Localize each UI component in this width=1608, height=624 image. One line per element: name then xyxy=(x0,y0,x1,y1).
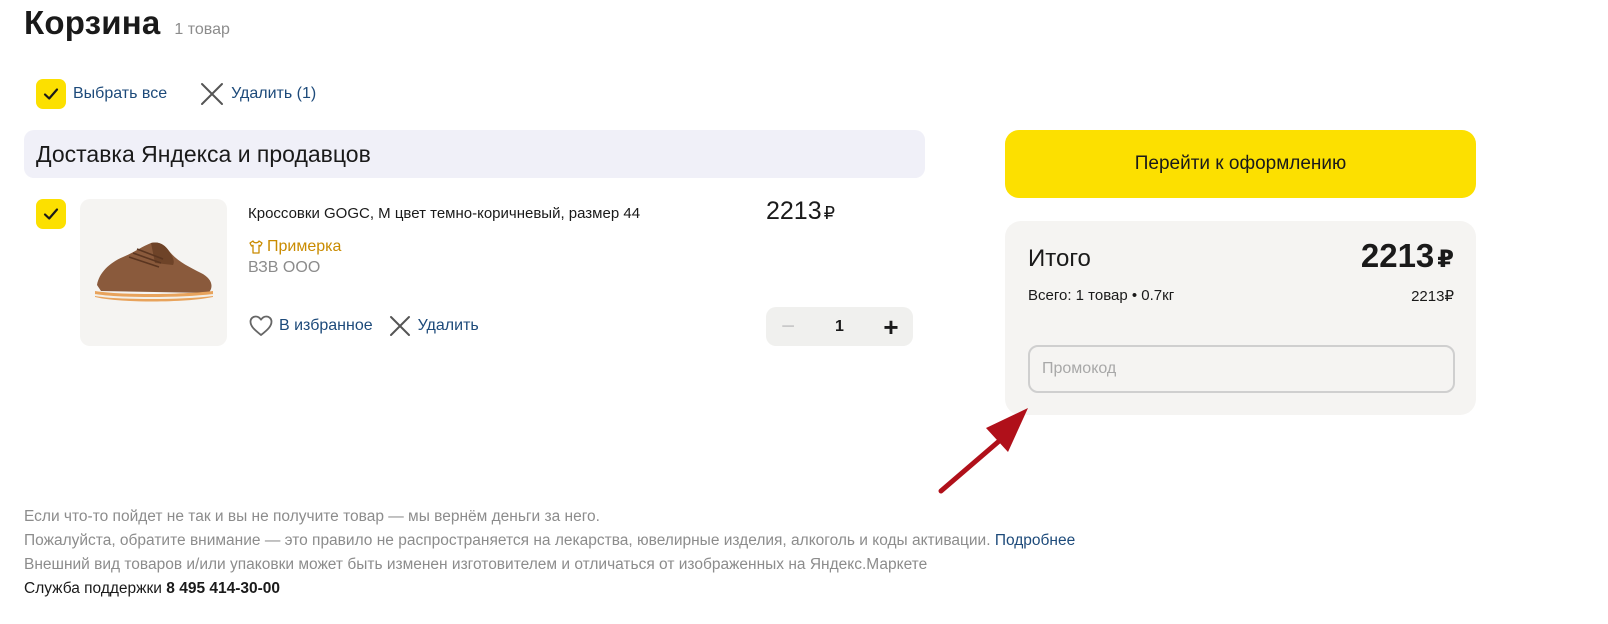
item-price-value: 2213 xyxy=(766,197,822,225)
item-price: 2213 ₽ xyxy=(766,197,835,226)
favorites-label[interactable]: В избранное xyxy=(279,317,373,335)
cart-item-count: 1 товар xyxy=(174,21,230,38)
delete-item-label[interactable]: Удалить xyxy=(418,317,479,335)
sneaker-icon xyxy=(94,241,213,301)
increase-quantity-button[interactable]: + xyxy=(879,314,903,340)
promo-code-input[interactable] xyxy=(1028,345,1455,393)
item-checkbox[interactable] xyxy=(36,199,66,229)
exclusions-note: Пожалуйста, обратите внимание — это прав… xyxy=(24,529,1075,553)
delete-selected-button[interactable]: Удалить (1) xyxy=(199,81,316,107)
order-summary: Итого 2213 ₽ Всего: 1 товар • 0.7кг 2213₽ xyxy=(1005,221,1476,415)
checkmark-icon xyxy=(43,88,59,100)
summary-total: 2213 ₽ xyxy=(1361,237,1454,275)
appearance-note: Внешний вид товаров и/или упаковки может… xyxy=(24,556,928,573)
support-line: Служба поддержки 8 495 414-30-00 xyxy=(24,577,1075,601)
close-icon xyxy=(201,83,224,105)
more-info-link[interactable]: Подробнее xyxy=(995,532,1075,549)
quantity-value: 1 xyxy=(835,317,844,335)
support-label: Служба поддержки xyxy=(24,580,162,597)
item-actions: В избранное Удалить xyxy=(248,313,479,339)
select-all-checkbox[interactable] xyxy=(36,79,66,109)
summary-total-currency: ₽ xyxy=(1437,246,1454,273)
close-icon xyxy=(389,316,410,336)
product-image[interactable] xyxy=(80,199,227,346)
tshirt-icon xyxy=(249,240,263,254)
exclusions-text: Пожалуйста, обратите внимание — это прав… xyxy=(24,532,991,549)
refund-note: Если что-то пойдет не так и вы не получи… xyxy=(24,508,600,525)
checkout-button[interactable]: Перейти к оформлению xyxy=(1005,130,1476,198)
annotation-arrow-icon xyxy=(938,408,1028,494)
seller-name: ВЗВ ООО xyxy=(248,259,321,276)
add-to-favorites-button[interactable]: В избранное xyxy=(248,313,373,339)
page-header: Корзина 1 товар xyxy=(24,4,230,42)
summary-subtotal-label: Всего: 1 товар • 0.7кг xyxy=(1028,287,1175,304)
summary-total-value: 2213 xyxy=(1360,237,1435,274)
delete-item-button[interactable]: Удалить xyxy=(387,313,479,339)
heart-icon xyxy=(249,315,273,336)
summary-subtotal-price: 2213₽ xyxy=(1411,288,1454,305)
footer-notes: Если что-то пойдет не так и вы не получи… xyxy=(24,505,1075,601)
item-price-currency: ₽ xyxy=(823,203,836,223)
fitting-label: Примерка xyxy=(267,238,342,255)
delivery-group-header: Доставка Яндекса и продавцов xyxy=(24,130,925,178)
product-name-link[interactable]: Кроссовки GOGC, M цвет темно-коричневый,… xyxy=(248,205,640,222)
quantity-stepper: − 1 + xyxy=(766,307,913,346)
summary-title: Итого xyxy=(1028,245,1091,272)
delete-selected-label[interactable]: Удалить (1) xyxy=(231,85,316,103)
page-title: Корзина xyxy=(24,4,161,41)
support-phone[interactable]: 8 495 414-30-00 xyxy=(166,580,280,597)
select-all-link[interactable]: Выбрать все xyxy=(73,85,167,103)
checkmark-icon xyxy=(43,208,59,220)
fitting-badge: Примерка xyxy=(248,238,341,256)
decrease-quantity-button[interactable]: − xyxy=(776,313,800,341)
cart-toolbar: Выбрать все Удалить (1) xyxy=(36,79,316,109)
